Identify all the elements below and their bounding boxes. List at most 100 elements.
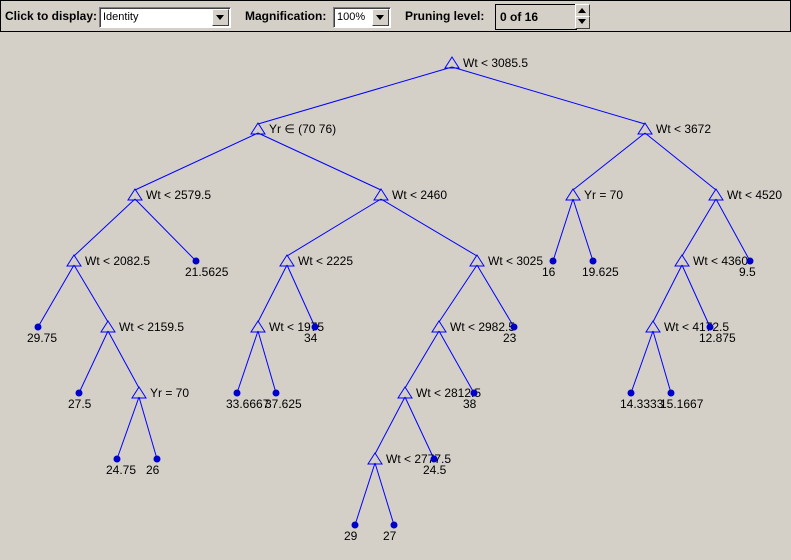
branch-node[interactable]: Wt < 2159.5	[100, 320, 184, 334]
leaf-node[interactable]: 14.3333	[620, 389, 664, 412]
split-triangle-icon	[674, 254, 690, 267]
tree-edge	[107, 330, 140, 389]
leaf-node[interactable]: 24.75	[106, 455, 136, 478]
leaf-value-label: 26	[146, 463, 160, 477]
tree-edge	[404, 330, 440, 389]
leaf-node[interactable]: 29.75	[27, 323, 57, 346]
leaf-value-label: 27.5	[68, 397, 92, 411]
tree-edge	[286, 264, 316, 328]
branch-node[interactable]: Wt < 2082.5	[66, 254, 150, 268]
split-rule-label: Wt < 4520	[727, 188, 782, 202]
leaf-dot-icon	[75, 389, 83, 397]
tree-edge	[37, 264, 75, 328]
leaf-value-label: 27	[383, 529, 397, 543]
leaf-node[interactable]: 21.5625	[185, 257, 229, 280]
leaf-node[interactable]: 15.1667	[660, 389, 704, 412]
leaf-dot-icon	[351, 521, 359, 529]
branch-node[interactable]: Wt < 2225	[279, 254, 353, 268]
branch-node[interactable]: Wt < 3085.5	[444, 56, 528, 70]
display-select[interactable]: Identity	[99, 7, 231, 28]
tree-edge	[134, 132, 259, 191]
split-triangle-icon	[469, 254, 485, 267]
tree-edge	[257, 132, 382, 191]
branch-node[interactable]: Yr ∈ (70 76)	[250, 122, 336, 136]
leaf-dot-icon	[113, 455, 121, 463]
leaf-dot-icon	[34, 323, 42, 331]
split-triangle-icon	[66, 254, 82, 267]
leaf-value-label: 24.5	[423, 463, 447, 477]
tree-edge	[644, 132, 717, 191]
split-triangle-icon	[431, 320, 447, 333]
pruning-level-field[interactable]: 0 of 16	[495, 4, 577, 30]
branch-node[interactable]: Wt < 3025	[469, 254, 543, 268]
tree-edge	[404, 396, 435, 460]
split-triangle-icon	[279, 254, 295, 267]
leaf-value-label: 34	[304, 331, 318, 345]
split-triangle-icon	[250, 122, 266, 135]
pruning-down-arrow-icon[interactable]	[575, 16, 590, 29]
leaf-dot-icon	[549, 257, 557, 265]
magnification-select-value: 100%	[337, 11, 366, 23]
branch-node[interactable]: Wt < 3672	[637, 122, 711, 136]
split-rule-label: Wt < 3672	[656, 122, 711, 136]
tree-edge	[257, 330, 277, 394]
leaf-dot-icon	[510, 323, 518, 331]
split-triangle-icon	[708, 188, 724, 201]
leaf-dot-icon	[192, 257, 200, 265]
split-triangle-icon	[444, 56, 460, 69]
tree-edge	[236, 330, 259, 394]
tree-edge	[257, 66, 453, 125]
magnification-select[interactable]: 100%	[333, 7, 391, 28]
tree-edge	[438, 264, 478, 323]
chevron-down-icon[interactable]	[372, 9, 389, 26]
tree-edge	[134, 198, 197, 262]
split-rule-label: Wt < 2159.5	[119, 320, 184, 334]
split-rule-label: Wt < 2082.5	[85, 254, 150, 268]
leaf-node[interactable]: 27.5	[68, 389, 92, 412]
tree-edge	[354, 462, 376, 526]
tree-edge	[451, 66, 646, 125]
leaf-value-label: 21.5625	[185, 265, 229, 279]
split-triangle-icon	[100, 320, 116, 333]
branch-node[interactable]: Wt < 4520	[708, 188, 782, 202]
tree-edge	[374, 396, 406, 455]
toolbar: Click to display: Identity Magnification…	[0, 0, 791, 32]
leaf-node[interactable]: 16	[542, 257, 557, 280]
branch-node[interactable]: Wt < 4360	[674, 254, 748, 268]
leaf-node[interactable]: 19.625	[582, 257, 619, 280]
branch-node[interactable]: Yr = 70	[131, 386, 189, 400]
branch-node[interactable]: Wt < 2579.5	[127, 188, 211, 202]
chevron-down-icon[interactable]	[212, 9, 229, 26]
tree-edge	[476, 264, 515, 328]
leaf-dot-icon	[470, 389, 478, 397]
split-rule-label: Wt < 3025	[488, 254, 543, 268]
pruning-label: Pruning level:	[405, 9, 485, 23]
leaf-dot-icon	[746, 257, 754, 265]
leaf-node[interactable]: 33.6667	[226, 389, 270, 412]
split-rule-label: Yr = 70	[150, 386, 189, 400]
split-triangle-icon	[367, 452, 383, 465]
leaf-node[interactable]: 27	[383, 521, 398, 544]
leaf-value-label: 12.875	[699, 331, 736, 345]
leaf-dot-icon	[706, 323, 714, 331]
split-rule-label: Wt < 3085.5	[463, 56, 528, 70]
leaf-node[interactable]: 37.625	[265, 389, 302, 412]
leaf-node[interactable]: 29	[344, 521, 359, 544]
split-triangle-icon	[250, 320, 266, 333]
leaf-node[interactable]: 26	[146, 455, 161, 478]
tree-edge	[257, 264, 288, 323]
branch-node[interactable]: Wt < 2460	[373, 188, 447, 202]
leaf-dot-icon	[153, 455, 161, 463]
branch-node[interactable]: Yr = 70	[565, 188, 623, 202]
tree-edge	[652, 264, 683, 323]
split-rule-label: Wt < 2579.5	[146, 188, 211, 202]
leaf-dot-icon	[667, 389, 675, 397]
leaf-value-label: 29	[344, 529, 358, 543]
split-rule-label: Wt < 2460	[392, 188, 447, 202]
split-triangle-icon	[397, 386, 413, 399]
regression-tree-diagram: Wt < 3085.5 Yr ∈ (70 76) Wt < 3672 Wt < 257…	[27, 56, 782, 544]
tree-edge	[286, 198, 382, 257]
split-triangle-icon	[373, 188, 389, 201]
leaf-value-label: 38	[463, 397, 477, 411]
leaf-value-label: 16	[542, 265, 556, 279]
